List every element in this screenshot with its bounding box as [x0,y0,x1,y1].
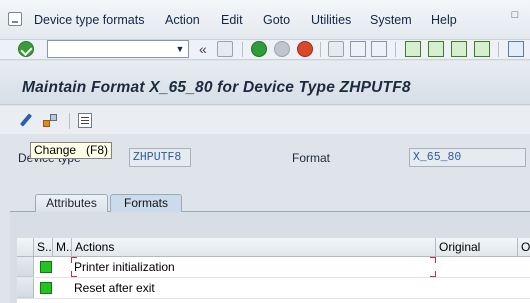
customize-layout-icon[interactable]: □ [506,6,524,24]
action-cell[interactable]: Printer initialization [74,257,175,277]
menu-help[interactable]: Help [431,13,457,27]
status-green-icon [40,282,52,294]
column-header-original[interactable]: Original [436,238,518,257]
format-label: Format [292,151,331,165]
table-row[interactable]: Reset after exit [17,278,530,299]
format-field[interactable]: X_65_80 [409,148,526,167]
action-cell[interactable]: Reset after exit [74,278,155,298]
sap-window: Device type formats Action Edit Goto Uti… [0,0,530,303]
menu-utilities[interactable]: Utilities [311,13,351,27]
row-selector[interactable] [17,278,34,298]
exit-icon[interactable] [274,41,290,57]
find-next-icon[interactable] [371,41,387,57]
formats-table: S.. M.. Actions Original O Printer initi… [17,238,530,303]
application-toolbar [0,106,530,134]
tab-attributes[interactable]: Attributes [35,194,108,212]
menu-action[interactable]: Action [165,13,200,27]
column-header-o[interactable]: O [518,238,530,257]
focus-corner [430,257,436,263]
menu-goto[interactable]: Goto [263,13,290,27]
table-row[interactable]: Printer initialization [17,257,530,278]
row-selector[interactable] [17,257,34,277]
toolbar-separator [242,42,243,57]
tab-formats[interactable]: Formats [110,194,182,212]
cancel-icon[interactable] [297,41,313,57]
print-icon[interactable] [328,41,344,57]
change-tooltip: Change (F8) [30,142,112,159]
menu-bar: Device type formats Action Edit Goto Uti… [0,0,530,40]
toolbar-separator [320,42,321,57]
find-icon[interactable] [350,41,366,57]
toolbar-separator [498,42,499,57]
previous-page-icon[interactable] [428,41,444,57]
menu-system[interactable]: System [370,13,412,27]
page-title: Maintain Format X_65_80 for Device Type … [22,79,411,96]
status-green-icon [40,261,52,273]
change-pencil-icon[interactable] [17,112,35,130]
row-divider [17,298,530,299]
enter-button[interactable] [18,41,34,57]
other-object-icon[interactable] [43,113,59,129]
standard-toolbar: ▼ « [0,40,530,60]
focus-corner [71,257,77,263]
new-session-icon[interactable] [508,41,524,57]
chevron-down-icon[interactable]: ▼ [174,43,186,55]
command-field[interactable]: ▼ [47,40,189,58]
collapse-command-field-icon[interactable]: « [199,40,207,58]
title-bar: Maintain Format X_65_80 for Device Type … [0,61,530,105]
column-header-m[interactable]: M.. [53,238,72,257]
first-page-icon[interactable] [405,41,421,57]
device-type-field[interactable]: ZHPUTF8 [129,148,191,167]
toolbar-separator [69,113,70,129]
list-icon[interactable] [78,113,92,128]
select-all-header[interactable] [17,238,34,257]
toolbar-separator [395,42,396,57]
system-menu-icon[interactable] [8,12,22,26]
back-icon[interactable] [251,41,267,57]
column-header-actions[interactable]: Actions [72,238,436,257]
last-page-icon[interactable] [474,41,490,57]
next-page-icon[interactable] [451,41,467,57]
save-icon[interactable] [217,41,233,57]
menu-edit[interactable]: Edit [221,13,243,27]
column-header-status[interactable]: S.. [34,238,53,257]
menu-device-type-formats[interactable]: Device type formats [34,13,144,27]
